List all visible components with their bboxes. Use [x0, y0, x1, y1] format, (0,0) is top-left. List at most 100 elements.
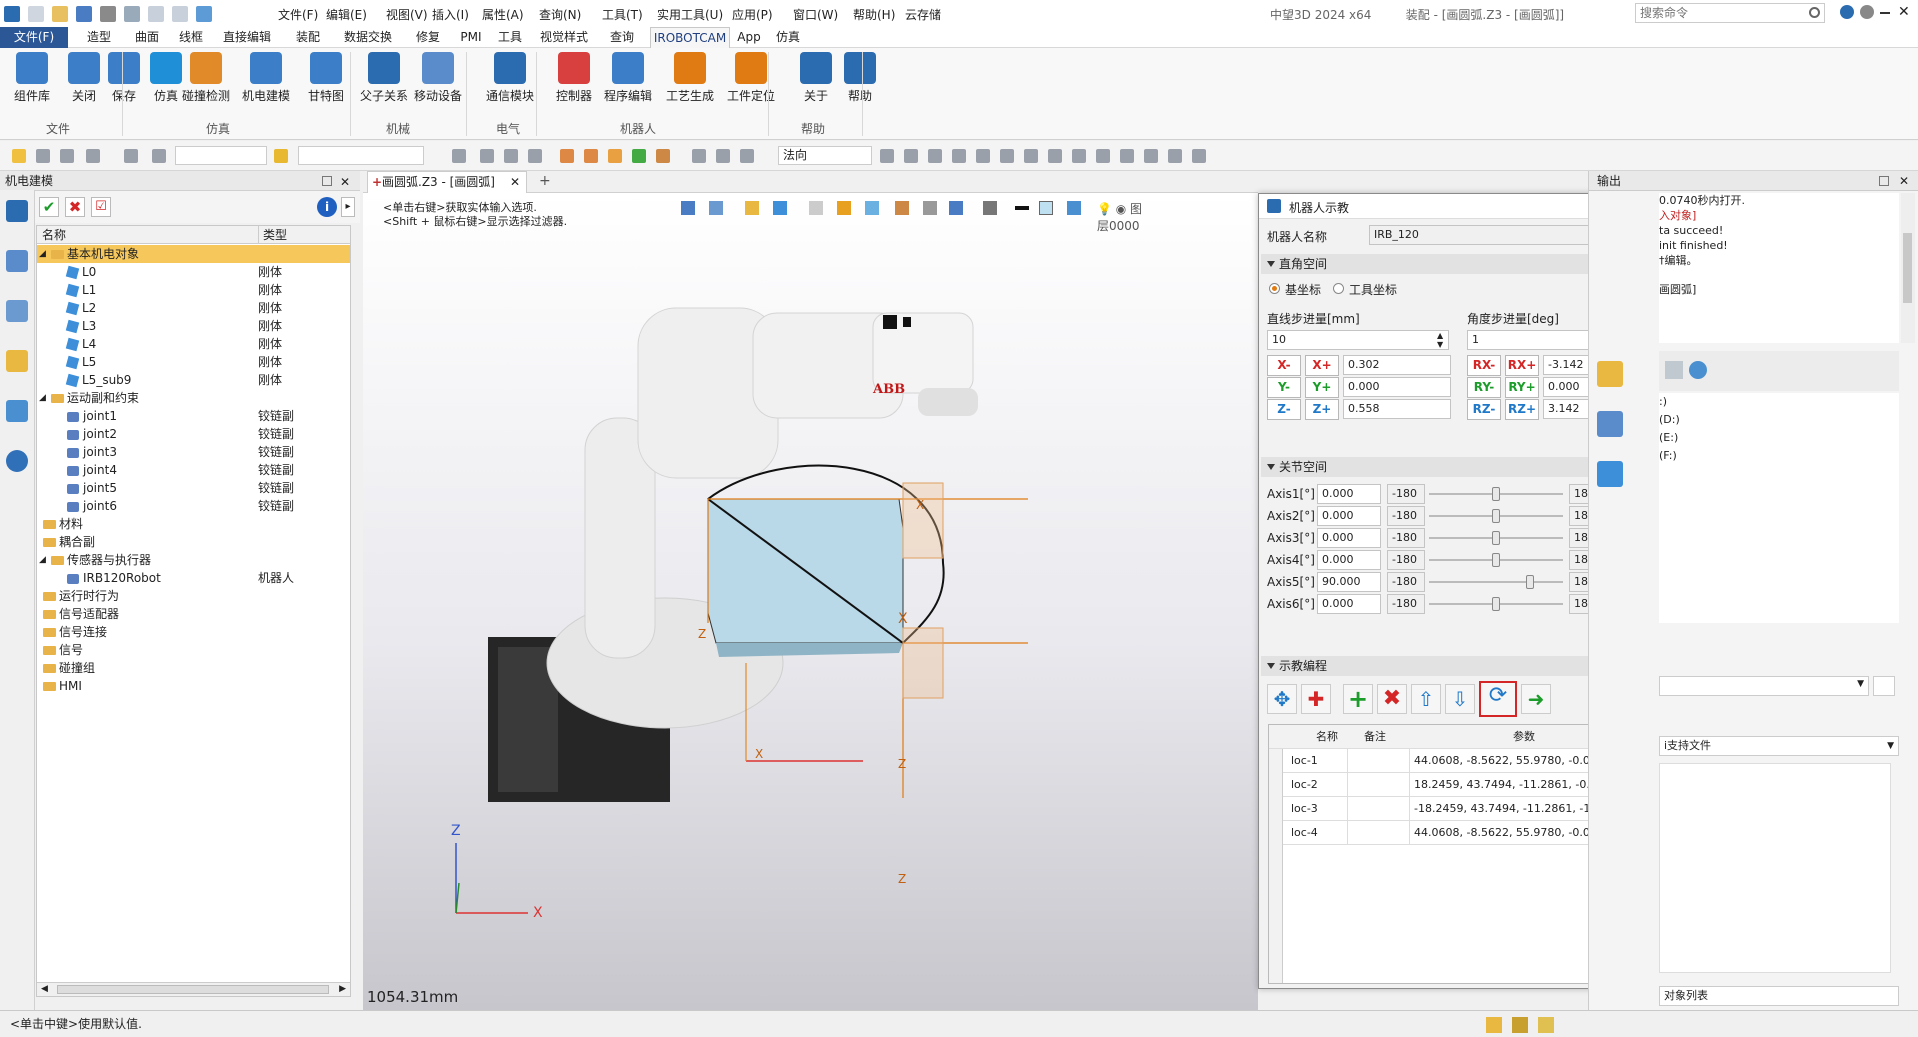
cart-value-field[interactable]: 0.000: [1343, 377, 1451, 397]
mechatronics-icon[interactable]: [6, 200, 28, 222]
eraser-icon[interactable]: [1192, 149, 1206, 163]
axis-slider[interactable]: [1429, 581, 1563, 583]
ribbon-tab[interactable]: 修复: [406, 27, 450, 48]
jog-z-plus-button[interactable]: Z+: [1305, 399, 1339, 420]
arc-icon[interactable]: [1072, 149, 1086, 163]
ribbon-button[interactable]: 工艺生成: [664, 52, 716, 104]
move-down-icon[interactable]: ⇩: [1445, 684, 1475, 714]
assembly-icon[interactable]: [6, 250, 28, 272]
stop-icon[interactable]: [740, 149, 754, 163]
circle-icon[interactable]: [1024, 149, 1038, 163]
circle2-icon[interactable]: [1048, 149, 1062, 163]
axis-slider-thumb[interactable]: [1526, 575, 1534, 589]
line-icon[interactable]: [976, 149, 990, 163]
expand-icon[interactable]: ▸: [341, 197, 355, 217]
jog-rz-plus-button[interactable]: RZ+: [1505, 399, 1539, 420]
jog-y-minus-button[interactable]: Y-: [1267, 377, 1301, 398]
play-icon[interactable]: [928, 149, 942, 163]
ribbon-tab[interactable]: 造型: [78, 27, 120, 48]
tree-row[interactable]: joint3 铰链副: [37, 443, 350, 461]
tree-row[interactable]: ◢ 传感器与执行器: [37, 551, 350, 569]
status-icon-1[interactable]: [1486, 1017, 1502, 1033]
tree-row[interactable]: ◢ 基本机电对象: [37, 245, 350, 263]
direction-combo[interactable]: 法向: [778, 146, 872, 165]
image-view-icon[interactable]: [6, 400, 28, 422]
refresh-icon[interactable]: ⟳: [1479, 681, 1517, 717]
axis-slider-thumb[interactable]: [1492, 487, 1500, 501]
highlight-icon[interactable]: [274, 149, 288, 163]
restore-icon[interactable]: [322, 176, 332, 186]
menu-item[interactable]: 编辑(E): [326, 6, 367, 23]
dash-icon[interactable]: [952, 149, 966, 163]
axis-value-field[interactable]: 0.000: [1317, 484, 1381, 504]
search-input[interactable]: [1636, 4, 1801, 22]
cancel-icon[interactable]: ✖: [65, 197, 85, 217]
drive-item[interactable]: (E:): [1659, 429, 1899, 447]
undo-icon[interactable]: [148, 5, 164, 22]
print-icon[interactable]: [100, 5, 116, 22]
settings-icon[interactable]: [1860, 5, 1874, 19]
ribbon-button[interactable]: 帮助: [834, 52, 886, 104]
drive-item[interactable]: (D:): [1659, 411, 1899, 429]
ribbon-tab[interactable]: 数据交换: [336, 27, 400, 48]
jog-ry-plus-button[interactable]: RY+: [1505, 377, 1539, 398]
menu-item[interactable]: 帮助(H): [853, 6, 895, 23]
tree-row[interactable]: HMI: [37, 677, 350, 695]
scroll-left-icon[interactable]: ◀: [41, 984, 48, 994]
target-icon[interactable]: ✚: [1301, 684, 1331, 714]
ribbon-button[interactable]: 甘特图: [300, 52, 352, 104]
3d-viewport[interactable]: <单击右键>获取实体输入选项. <Shift + 鼠标右键>显示选择过滤器. 💡…: [363, 193, 1258, 1010]
slash-icon[interactable]: [1144, 149, 1158, 163]
ribbon-tab[interactable]: 直接编辑: [214, 27, 280, 48]
wave-icon[interactable]: [1096, 149, 1110, 163]
select-icon[interactable]: [12, 149, 26, 163]
move-icon[interactable]: ✥: [1267, 684, 1297, 714]
apply-icon[interactable]: ☑: [91, 197, 111, 217]
search-command-box[interactable]: [1635, 3, 1825, 23]
axis-slider-thumb[interactable]: [1492, 597, 1500, 611]
menu-item[interactable]: 文件(F): [278, 6, 318, 23]
ribbon-button[interactable]: 控制器: [548, 52, 600, 104]
close-icon[interactable]: ✕: [1898, 4, 1910, 20]
ribbon-tab[interactable]: PMI: [456, 27, 486, 48]
status-icon-3[interactable]: [1538, 1017, 1554, 1033]
tree-row[interactable]: ◢ 运动副和约束: [37, 389, 350, 407]
tree-row[interactable]: L5 刚体: [37, 353, 350, 371]
radio-base[interactable]: [1269, 283, 1280, 294]
output-close-icon[interactable]: ✕: [1899, 171, 1909, 191]
radio-tool[interactable]: [1333, 283, 1344, 294]
tree-row[interactable]: L0 刚体: [37, 263, 350, 281]
jog-x-minus-button[interactable]: X-: [1267, 355, 1301, 376]
tree-row[interactable]: 信号: [37, 641, 350, 659]
document-tab[interactable]: + 画圆弧.Z3 - [画圆弧] ✕: [367, 171, 527, 193]
new-tab-icon[interactable]: +: [539, 173, 551, 189]
minus-icon[interactable]: [60, 149, 74, 163]
ribbon-tab[interactable]: 仿真: [770, 27, 806, 48]
menu-item[interactable]: 应用(P): [732, 6, 773, 23]
expand-arrow-icon[interactable]: ◢: [39, 389, 46, 407]
scroll-thumb[interactable]: [57, 985, 329, 994]
output-restore-icon[interactable]: [1879, 176, 1889, 186]
camera-icon[interactable]: [124, 5, 140, 22]
ribbon-button[interactable]: 碰撞检测: [180, 52, 232, 104]
user-icon[interactable]: [6, 450, 28, 472]
tree-row[interactable]: 材料: [37, 515, 350, 533]
folder-panel-icon[interactable]: [1597, 361, 1623, 387]
jog-rx-minus-button[interactable]: RX-: [1467, 355, 1501, 376]
tree-row[interactable]: joint4 铰链副: [37, 461, 350, 479]
tree-row[interactable]: 运行时行为: [37, 587, 350, 605]
expand-arrow-icon[interactable]: ◢: [39, 245, 46, 263]
tree-row[interactable]: IRB120Robot 机器人: [37, 569, 350, 587]
filter-combo[interactable]: [175, 146, 267, 165]
menu-item[interactable]: 实用工具(U): [657, 6, 723, 23]
save-icon[interactable]: [76, 5, 92, 22]
grid-icon[interactable]: [86, 149, 100, 163]
palette-panel-icon[interactable]: [1597, 411, 1623, 437]
cursor-icon[interactable]: [880, 149, 894, 163]
menu-item[interactable]: 属性(A): [482, 6, 524, 23]
axis-slider-thumb[interactable]: [1492, 509, 1500, 523]
ribbon-button[interactable]: 父子关系: [358, 52, 410, 104]
move-up-icon[interactable]: ⇧: [1411, 684, 1441, 714]
tree-row[interactable]: L3 刚体: [37, 317, 350, 335]
menu-item[interactable]: 云存储: [905, 6, 941, 23]
